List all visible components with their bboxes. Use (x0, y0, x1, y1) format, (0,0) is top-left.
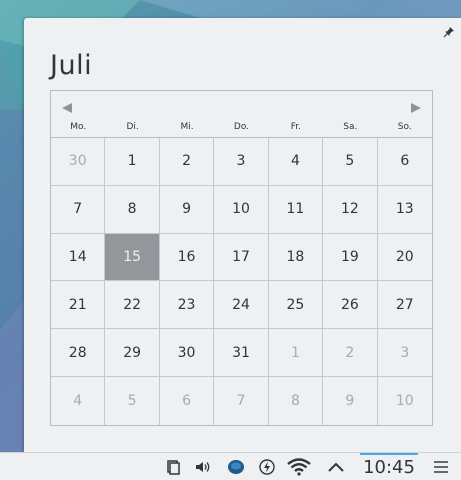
day-cell[interactable]: 2 (159, 138, 215, 186)
day-cell[interactable]: 10 (378, 377, 432, 425)
weekday-label: Mi. (180, 122, 194, 132)
day-cell[interactable]: 21 (51, 281, 106, 330)
day-cell[interactable]: 2 (323, 329, 378, 378)
day-cell[interactable]: 30 (159, 329, 215, 378)
day-cell[interactable]: 8 (105, 185, 160, 234)
day-cell[interactable]: 25 (268, 281, 324, 330)
day-cell[interactable]: 5 (323, 138, 378, 186)
day-cell[interactable]: 20 (377, 234, 432, 282)
volume-icon[interactable] (194, 458, 212, 476)
day-cell[interactable]: 13 (377, 186, 432, 234)
day-cell[interactable]: 19 (323, 233, 378, 282)
day-cell[interactable]: 7 (214, 377, 269, 425)
weekday-label: Di. (126, 122, 139, 132)
day-cell[interactable]: 1 (268, 329, 324, 378)
day-cell[interactable]: 4 (268, 138, 324, 186)
clipboard-icon[interactable] (164, 458, 182, 476)
day-cell[interactable]: 1 (105, 138, 160, 186)
weekday-label: So. (397, 122, 412, 132)
day-cell[interactable]: 31 (214, 329, 269, 378)
chevron-left-icon[interactable] (60, 102, 74, 114)
day-cell[interactable]: 6 (160, 377, 215, 425)
menu-icon[interactable] (432, 458, 450, 476)
day-cell[interactable]: 4 (51, 377, 106, 425)
day-cell[interactable]: 3 (214, 138, 269, 186)
digital-clock[interactable]: 10:45 (360, 455, 418, 480)
day-cell-today[interactable]: 15 (105, 233, 160, 282)
day-cell[interactable]: 16 (159, 233, 215, 282)
month-calendar: Mo. Di. Mi. Do. Fr. Sa. So. 30 1 2 3 4 5 6 7 8 9 1… (50, 90, 433, 426)
pin-icon[interactable] (443, 26, 455, 38)
day-cell[interactable]: 24 (214, 281, 269, 330)
day-cell[interactable]: 22 (105, 281, 160, 330)
day-cell[interactable]: 26 (323, 281, 378, 330)
day-cell[interactable]: 18 (268, 233, 324, 282)
month-title: Juli (50, 50, 93, 81)
day-cell[interactable]: 17 (214, 233, 269, 282)
day-cell[interactable]: 10 (214, 185, 269, 234)
taskbar-panel: 10:45 (0, 452, 461, 480)
calendar-popup: Juli Mo. Di. Mi. Do. Fr. Sa. So. 30 1 2 3 4 5… (24, 18, 461, 452)
day-cell[interactable]: 3 (377, 329, 432, 378)
day-cell[interactable]: 6 (377, 138, 432, 186)
day-cell[interactable]: 12 (323, 185, 378, 234)
weekday-header: Mo. Di. Mi. Do. Fr. Sa. So. (51, 122, 432, 137)
day-cell[interactable]: 11 (268, 185, 324, 234)
day-cell[interactable]: 28 (51, 329, 106, 378)
day-grid: 30 1 2 3 4 5 6 7 8 9 10 11 12 13 14 15 16 17 18 19 20 21 22 23 2… (51, 137, 432, 425)
weekday-label: Fr. (290, 122, 302, 132)
weekday-label: Mo. (70, 122, 87, 132)
day-cell[interactable]: 7 (51, 185, 106, 234)
wifi-icon[interactable] (287, 458, 311, 476)
day-cell[interactable]: 27 (377, 281, 432, 330)
chevron-up-icon[interactable] (327, 458, 345, 476)
messenger-icon[interactable] (227, 458, 245, 476)
day-cell[interactable]: 30 (51, 138, 106, 186)
day-cell[interactable]: 8 (269, 377, 324, 425)
day-cell[interactable]: 23 (159, 281, 215, 330)
day-cell[interactable]: 29 (105, 329, 160, 378)
weekday-label: Sa. (343, 122, 358, 132)
day-cell[interactable]: 5 (105, 377, 160, 425)
day-cell[interactable]: 9 (159, 185, 215, 234)
chevron-right-icon[interactable] (409, 102, 423, 114)
day-cell[interactable]: 9 (323, 377, 378, 425)
day-cell[interactable]: 14 (51, 233, 106, 282)
power-icon[interactable] (258, 458, 276, 476)
weekday-label: Do. (233, 122, 250, 132)
